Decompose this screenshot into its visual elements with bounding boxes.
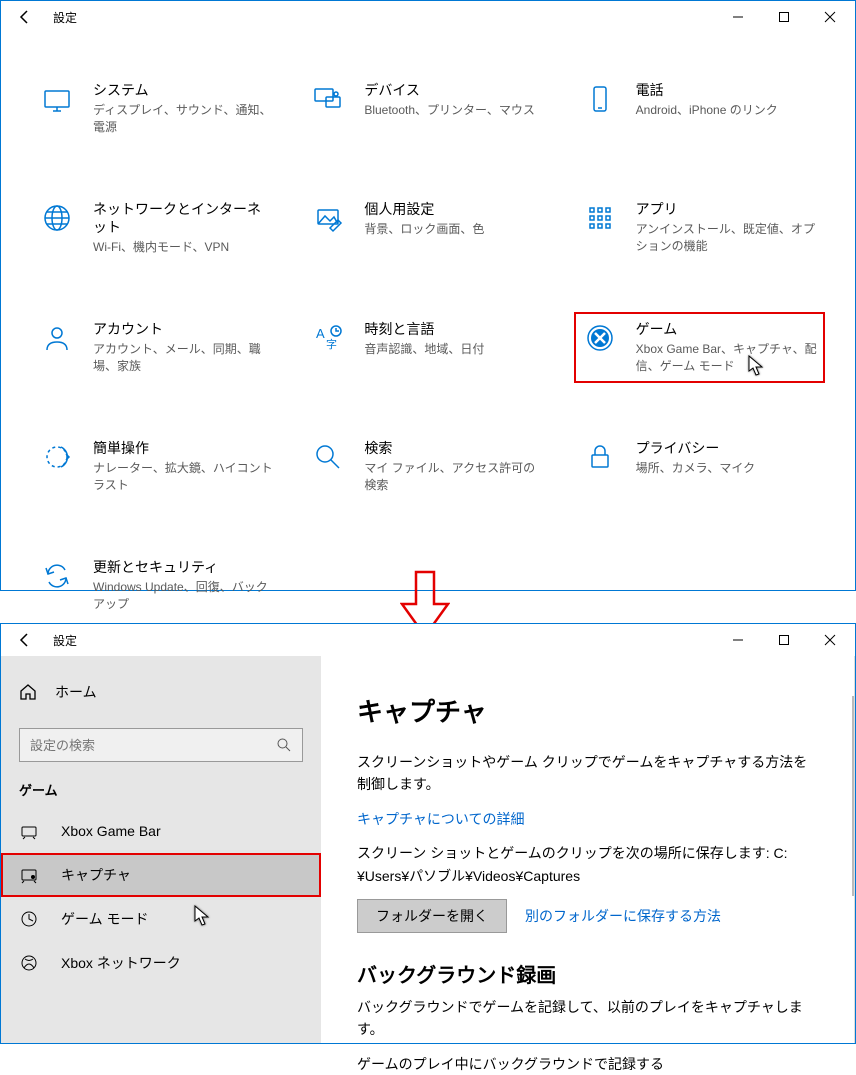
- tile-title: プライバシー: [636, 439, 756, 457]
- xbox-icon: [19, 954, 39, 972]
- nav-capture[interactable]: キャプチャ: [1, 853, 321, 897]
- change-folder-link[interactable]: 別のフォルダーに保存する方法: [525, 906, 721, 926]
- tile-title: 時刻と言語: [364, 320, 484, 338]
- tile-desc: 背景、ロック画面、色: [364, 221, 484, 238]
- description-text: スクリーンショットやゲーム クリップでゲームをキャプチャする方法を制御します。: [357, 751, 818, 796]
- maximize-button[interactable]: [761, 1, 807, 33]
- apps-icon: [582, 200, 618, 236]
- nav-gamebar[interactable]: Xbox Game Bar: [1, 809, 321, 853]
- tile-desc: 場所、カメラ、マイク: [636, 460, 756, 477]
- tile-ease[interactable]: 簡単操作 ナレーター、拡大鏡、ハイコントラスト: [31, 431, 282, 502]
- update-icon: [39, 558, 75, 594]
- background-recording-heading: バックグラウンド録画: [357, 959, 818, 988]
- window-title: 設定: [53, 9, 77, 26]
- tile-title: アカウント: [93, 320, 274, 338]
- tile-title: アプリ: [636, 200, 817, 218]
- search-input[interactable]: [19, 728, 303, 762]
- nav-label: ゲーム モード: [61, 909, 148, 929]
- search-field[interactable]: [30, 738, 276, 753]
- tile-desc: Bluetooth、プリンター、マウス: [364, 102, 535, 119]
- tile-desc: アカウント、メール、同期、職場、家族: [93, 341, 274, 375]
- time-icon: A字: [310, 320, 346, 356]
- tile-title: 検索: [364, 439, 545, 457]
- account-icon: [39, 320, 75, 356]
- tile-title: ネットワークとインターネット: [93, 200, 274, 236]
- scrollbar[interactable]: [852, 696, 854, 896]
- close-button[interactable]: [807, 1, 853, 33]
- background-recording-toggle-label: ゲームのプレイ中にバックグラウンドで記録する: [357, 1053, 818, 1075]
- gamemode-icon: [19, 910, 39, 928]
- tile-title: デバイス: [364, 81, 535, 99]
- sidebar: ホーム ゲーム Xbox Game Bar キャプチャ ゲーム モード Xbox…: [1, 656, 321, 1043]
- settings-main-window: 設定 システム ディスプレイ、サウンド、通知、電源 デバイス Bluetooth…: [0, 0, 856, 591]
- tile-devices[interactable]: デバイス Bluetooth、プリンター、マウス: [302, 73, 553, 144]
- background-recording-desc: バックグラウンドでゲームを記録して、以前のプレイをキャプチャします。: [357, 996, 818, 1041]
- titlebar: 設定: [1, 1, 855, 33]
- tile-personalize[interactable]: 個人用設定 背景、ロック画面、色: [302, 192, 553, 264]
- system-icon: [39, 81, 75, 117]
- tile-desc: Windows Update、回復、バックアップ: [93, 579, 274, 613]
- minimize-button[interactable]: [715, 624, 761, 656]
- maximize-button[interactable]: [761, 624, 807, 656]
- tile-account[interactable]: アカウント アカウント、メール、同期、職場、家族: [31, 312, 282, 383]
- nav-label: Xbox ネットワーク: [61, 953, 181, 973]
- settings-tiles: システム ディスプレイ、サウンド、通知、電源 デバイス Bluetooth、プリ…: [1, 33, 855, 620]
- phone-icon: [582, 81, 618, 117]
- tile-desc: Wi-Fi、機内モード、VPN: [93, 239, 274, 256]
- tile-desc: Android、iPhone のリンク: [636, 102, 778, 119]
- window-title: 設定: [53, 632, 77, 649]
- nav-xbox[interactable]: Xbox ネットワーク: [1, 941, 321, 985]
- tile-desc: マイ ファイル、アクセス許可の検索: [364, 460, 545, 494]
- section-label: ゲーム: [1, 762, 321, 809]
- gamebar-icon: [19, 822, 39, 840]
- tile-apps[interactable]: アプリ アンインストール、既定値、オプションの機能: [574, 192, 825, 264]
- tile-title: ゲーム: [636, 320, 817, 338]
- nav-label: Xbox Game Bar: [61, 823, 161, 839]
- home-link[interactable]: ホーム: [1, 670, 321, 714]
- tile-search[interactable]: 検索 マイ ファイル、アクセス許可の検索: [302, 431, 553, 502]
- gaming-icon: [582, 320, 618, 356]
- titlebar: 設定: [1, 624, 855, 656]
- tile-system[interactable]: システム ディスプレイ、サウンド、通知、電源: [31, 73, 282, 144]
- tile-time[interactable]: A字 時刻と言語 音声認識、地域、日付: [302, 312, 553, 383]
- tile-desc: ディスプレイ、サウンド、通知、電源: [93, 102, 274, 136]
- minimize-button[interactable]: [715, 1, 761, 33]
- tile-privacy[interactable]: プライバシー 場所、カメラ、マイク: [574, 431, 825, 502]
- tile-desc: ナレーター、拡大鏡、ハイコントラスト: [93, 460, 274, 494]
- save-location-text: スクリーン ショットとゲームのクリップを次の場所に保存します: C:¥Users…: [357, 842, 818, 887]
- svg-text:字: 字: [326, 337, 337, 351]
- tile-title: 電話: [636, 81, 778, 99]
- personalize-icon: [310, 200, 346, 236]
- devices-icon: [310, 81, 346, 117]
- nav-label: キャプチャ: [61, 865, 131, 885]
- tile-phone[interactable]: 電話 Android、iPhone のリンク: [574, 73, 825, 144]
- tile-title: 簡単操作: [93, 439, 274, 457]
- close-button[interactable]: [807, 624, 853, 656]
- svg-text:A: A: [316, 326, 325, 341]
- tile-network[interactable]: ネットワークとインターネット Wi-Fi、機内モード、VPN: [31, 192, 282, 264]
- capture-icon: [19, 866, 39, 884]
- tile-title: 個人用設定: [364, 200, 484, 218]
- tile-desc: 音声認識、地域、日付: [364, 341, 484, 358]
- open-folder-button[interactable]: フォルダーを開く: [357, 899, 507, 933]
- ease-icon: [39, 439, 75, 475]
- tile-update[interactable]: 更新とセキュリティ Windows Update、回復、バックアップ: [31, 550, 282, 621]
- tile-title: システム: [93, 81, 274, 99]
- page-heading: キャプチャ: [357, 692, 818, 729]
- network-icon: [39, 200, 75, 236]
- nav-gamemode[interactable]: ゲーム モード: [1, 897, 321, 941]
- settings-detail-window: 設定 ホーム ゲーム Xbox Game Bar キャプチャ ゲーム モード X…: [0, 623, 856, 1044]
- tile-desc: Xbox Game Bar、キャプチャ、配信、ゲーム モード: [636, 341, 817, 375]
- back-button[interactable]: [3, 624, 47, 656]
- content-pane: キャプチャ スクリーンショットやゲーム クリップでゲームをキャプチャする方法を制…: [321, 656, 855, 1043]
- learn-more-link[interactable]: キャプチャについての詳細: [357, 811, 524, 827]
- home-label: ホーム: [55, 682, 97, 702]
- tile-desc: アンインストール、既定値、オプションの機能: [636, 221, 817, 255]
- search-icon: [310, 439, 346, 475]
- tile-gaming[interactable]: ゲーム Xbox Game Bar、キャプチャ、配信、ゲーム モード: [574, 312, 825, 383]
- privacy-icon: [582, 439, 618, 475]
- back-button[interactable]: [3, 1, 47, 33]
- tile-title: 更新とセキュリティ: [93, 558, 274, 576]
